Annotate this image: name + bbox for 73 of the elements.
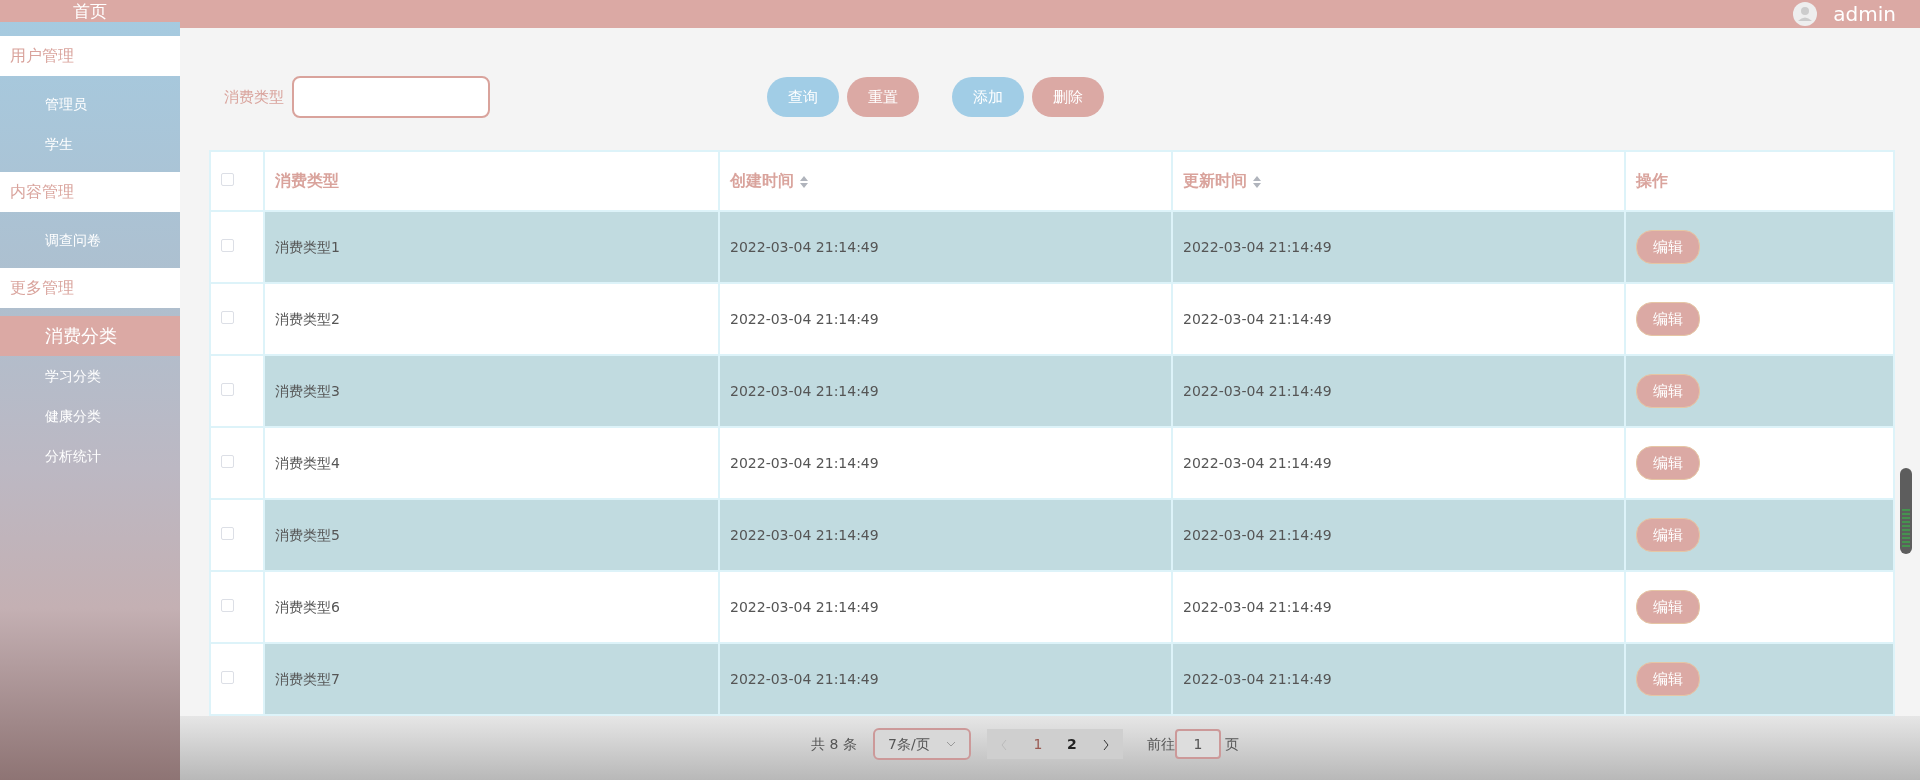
avatar-icon[interactable]: [1793, 2, 1818, 26]
table-cell: 消费类型1: [275, 238, 340, 255]
action-button[interactable]: 重置: [847, 77, 919, 117]
sidebar-item[interactable]: 分析统计: [0, 436, 180, 476]
table-cell: 消费类型4: [275, 454, 340, 471]
table-cell: 2022-03-04 21:14:49: [730, 238, 879, 255]
sidebar-item[interactable]: 调查问卷: [0, 220, 180, 260]
checkbox[interactable]: [221, 670, 234, 684]
table-cell: 2022-03-04 21:14:49: [730, 382, 879, 399]
sidebar-item[interactable]: 学生: [0, 124, 180, 164]
table-cell: 2022-03-04 21:14:49: [1183, 454, 1332, 471]
action-button[interactable]: 查询: [767, 77, 839, 117]
page-suffix: 页: [1224, 734, 1239, 754]
checkbox[interactable]: [221, 238, 234, 252]
table-cell: 2022-03-04 21:14:49: [1183, 526, 1332, 543]
table-cell: 2022-03-04 21:14:49: [730, 454, 879, 471]
home-link[interactable]: 首页: [0, 0, 180, 22]
menu-group-title[interactable]: 更多管理: [0, 268, 180, 308]
page-number-field[interactable]: 1: [1174, 729, 1221, 759]
table-cell: 2022-03-04 21:14:49: [1183, 382, 1332, 399]
edit-button[interactable]: 编辑: [1636, 662, 1700, 696]
table-cell: 消费类型2: [275, 310, 340, 327]
table-cell: 2022-03-04 21:14:49: [730, 598, 879, 615]
table-cell: 消费类型7: [275, 670, 340, 687]
sort-icon[interactable]: [800, 175, 808, 188]
table-cell: 消费类型3: [275, 382, 340, 399]
user-name[interactable]: admin: [1833, 0, 1896, 28]
checkbox[interactable]: [221, 310, 234, 324]
sort-icon[interactable]: [1253, 175, 1261, 188]
search-label: 消费类型: [224, 86, 284, 108]
edit-button[interactable]: 编辑: [1636, 230, 1700, 264]
checkbox[interactable]: [221, 454, 234, 468]
edit-button[interactable]: 编辑: [1636, 302, 1700, 336]
chevron-right-icon: [1101, 738, 1110, 751]
next-page-button[interactable]: [1088, 729, 1123, 759]
column-header[interactable]: 创建时间: [730, 171, 794, 190]
menu-group-title[interactable]: 用户管理: [0, 36, 180, 76]
sidebar-item[interactable]: 健康分类: [0, 396, 180, 436]
search-field[interactable]: [292, 76, 490, 118]
scrollbar-thumb[interactable]: [1900, 468, 1912, 554]
column-header[interactable]: 更新时间: [1183, 171, 1247, 190]
checkbox[interactable]: [221, 382, 234, 396]
edit-button[interactable]: 编辑: [1636, 590, 1700, 624]
column-header: 消费类型: [275, 171, 339, 190]
edit-button[interactable]: 编辑: [1636, 518, 1700, 552]
table-cell: 2022-03-04 21:14:49: [1183, 598, 1332, 615]
sidebar-item[interactable]: 学习分类: [0, 356, 180, 396]
sidebar-item[interactable]: 管理员: [0, 84, 180, 124]
table-cell: 2022-03-04 21:14:49: [730, 310, 879, 327]
chevron-down-icon: [945, 741, 956, 747]
action-button[interactable]: 删除: [1032, 77, 1104, 117]
table-cell: 2022-03-04 21:14:49: [1183, 310, 1332, 327]
table-cell: 2022-03-04 21:14:49: [1183, 238, 1332, 255]
checkbox[interactable]: [221, 173, 234, 186]
checkbox[interactable]: [221, 598, 234, 612]
table-cell: 2022-03-04 21:14:49: [730, 526, 879, 543]
menu-group-title[interactable]: 内容管理: [0, 172, 180, 212]
page-button[interactable]: 1: [1020, 729, 1055, 759]
page-size-select[interactable]: 7条/页: [872, 728, 971, 760]
table-cell: 2022-03-04 21:14:49: [1183, 670, 1332, 687]
column-header: 操作: [1636, 171, 1668, 190]
table-cell: 消费类型6: [275, 598, 340, 615]
edit-button[interactable]: 编辑: [1636, 446, 1700, 480]
checkbox[interactable]: [221, 526, 234, 540]
table-cell: 2022-03-04 21:14:49: [730, 670, 879, 687]
total-count: 共 8 条: [811, 734, 857, 754]
edit-button[interactable]: 编辑: [1636, 374, 1700, 408]
previous-page-button[interactable]: [986, 729, 1021, 759]
action-button[interactable]: 添加: [952, 77, 1024, 117]
sidebar-item[interactable]: 消费分类: [0, 316, 180, 356]
goto-label: 前往: [1146, 734, 1175, 754]
page-button[interactable]: 2: [1054, 729, 1089, 759]
table-cell: 消费类型5: [275, 526, 340, 543]
